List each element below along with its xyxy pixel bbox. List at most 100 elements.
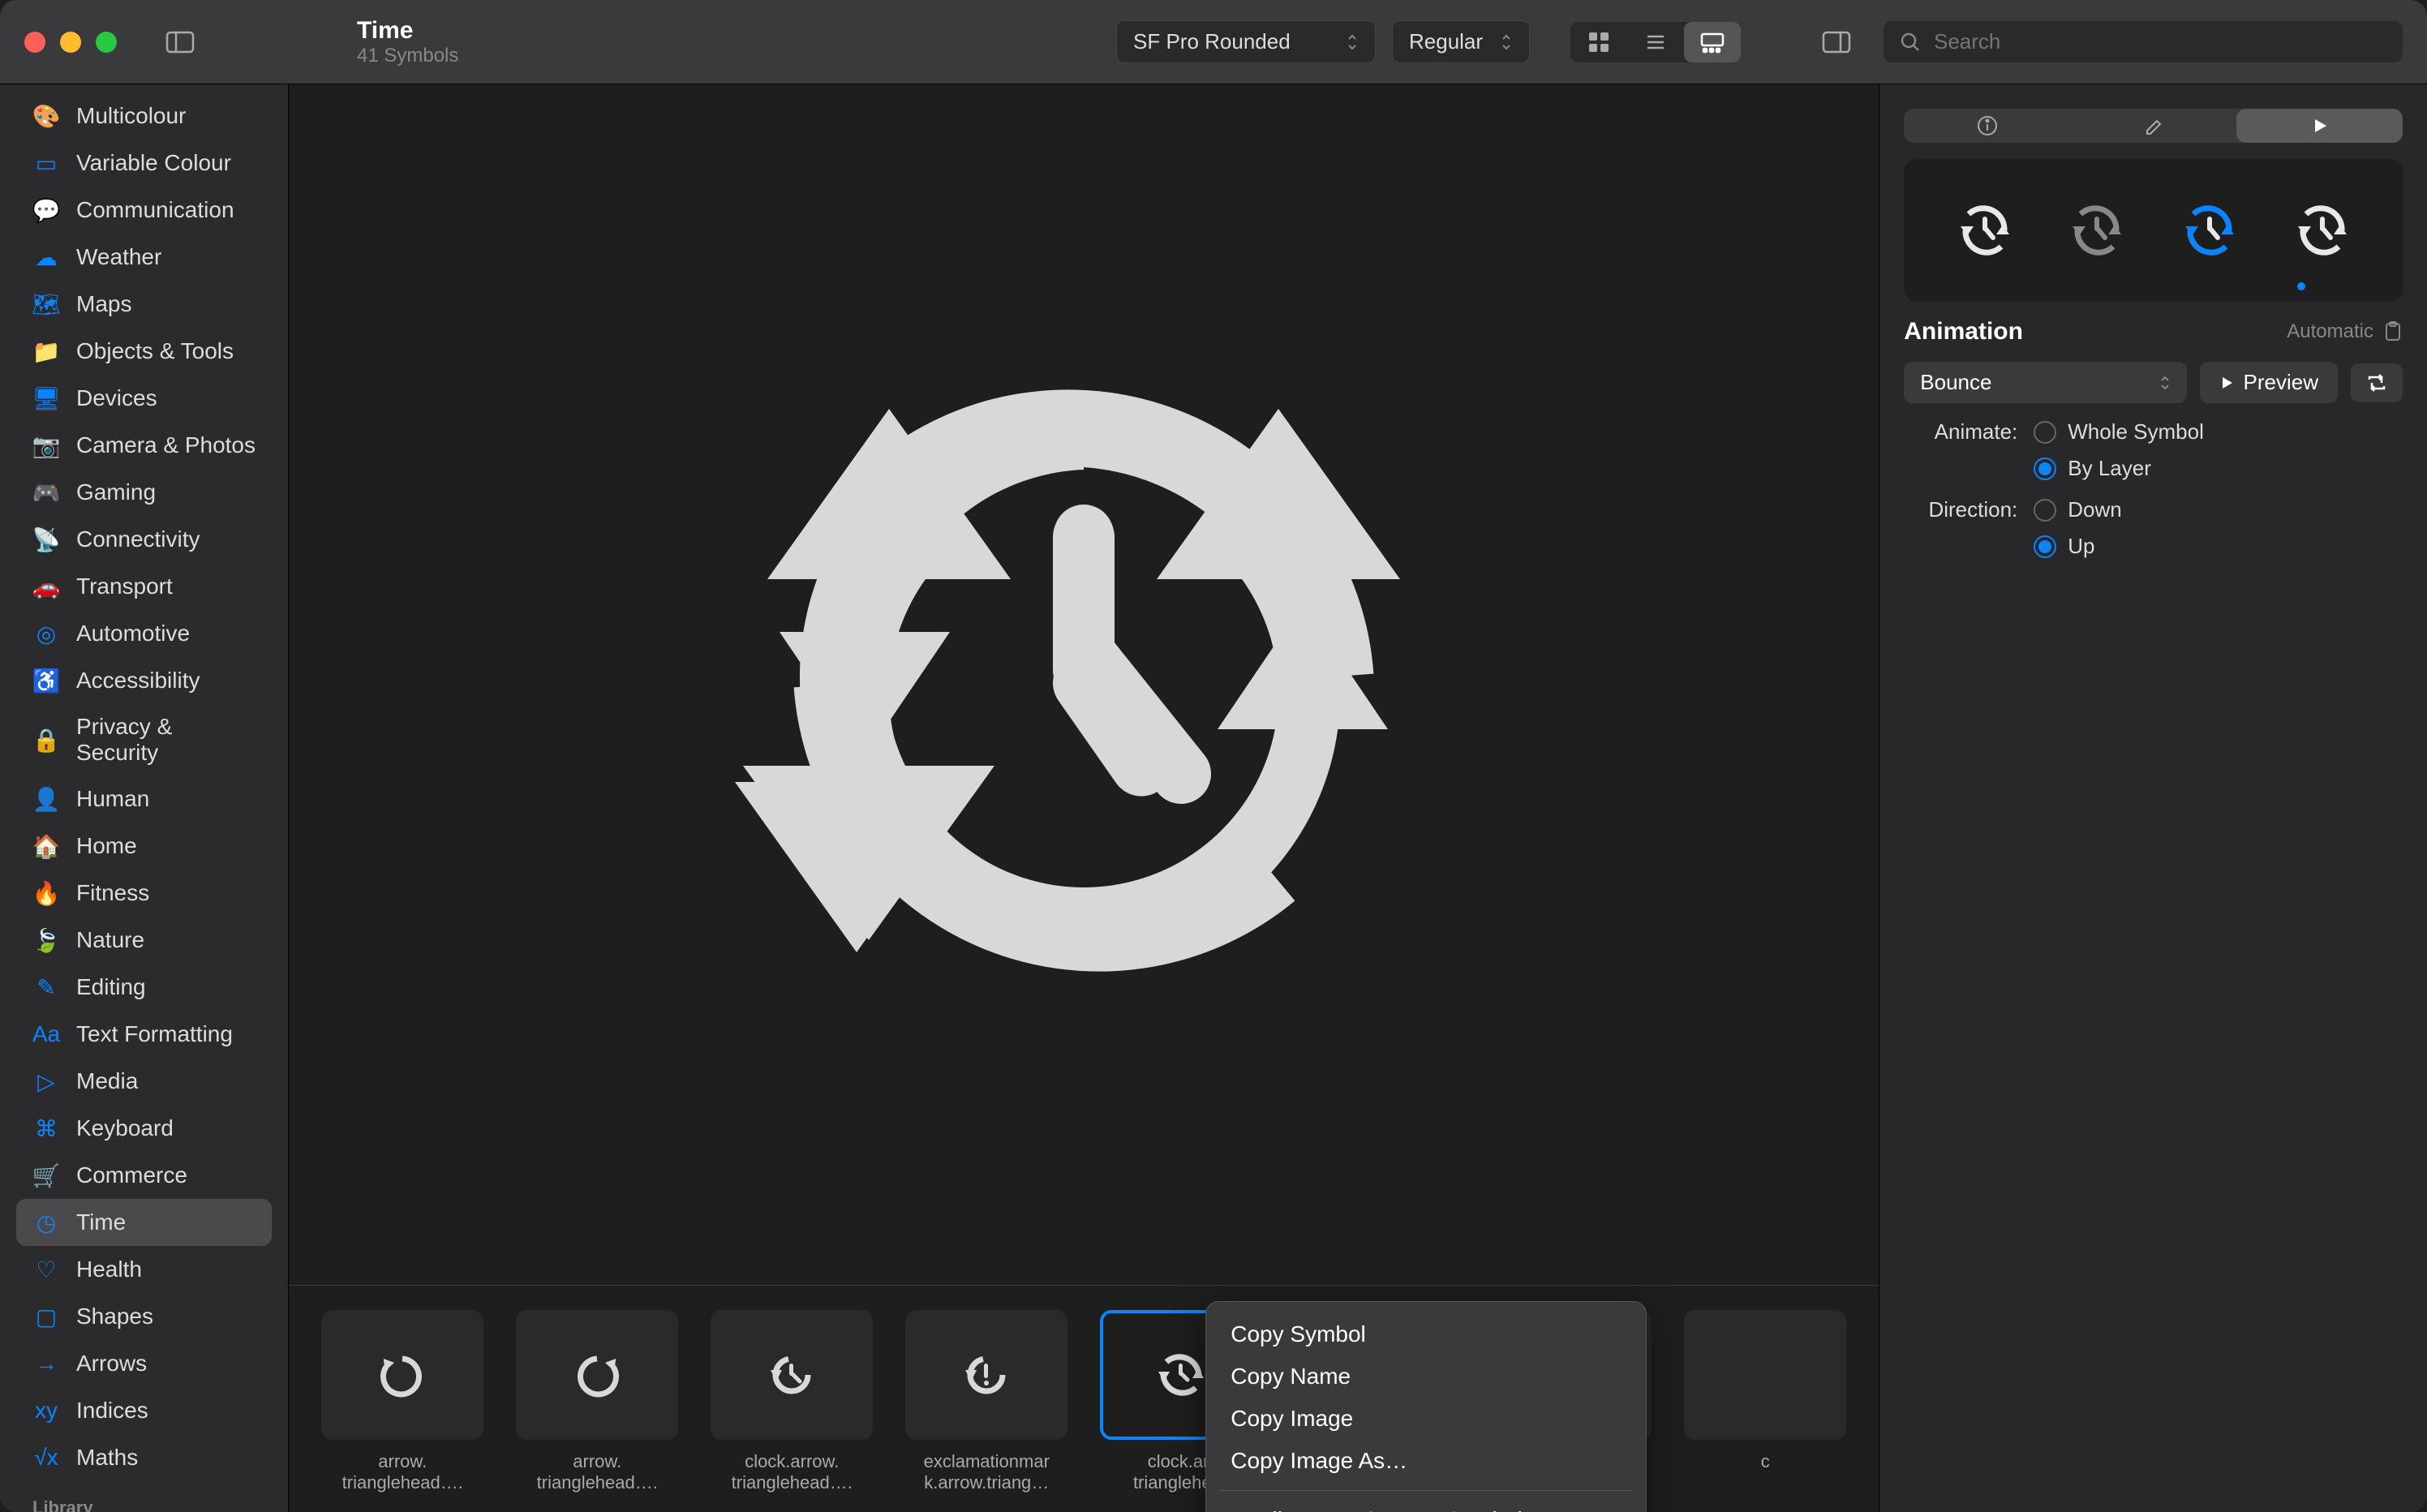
sidebar-item-camera-photos[interactable]: 📷 Camera & Photos <box>16 422 272 469</box>
sidebar-item-label: Human <box>76 786 149 812</box>
animation-type-select[interactable]: Bounce <box>1904 362 2186 403</box>
menu-item-copy-image[interactable]: Copy Image <box>1206 1398 1646 1440</box>
sqrt-icon: √x <box>32 1444 60 1471</box>
sidebar-item-weather[interactable]: ☁Weather <box>16 234 272 281</box>
search-input[interactable] <box>1934 29 2386 54</box>
variant-4 <box>2286 194 2359 267</box>
sidebar-item-multicolour[interactable]: 🎨Multicolour <box>16 92 272 140</box>
inspector-toggle-icon[interactable] <box>1822 31 1851 54</box>
sidebar-item-label: Variable Colour <box>76 150 231 176</box>
sidebar-item-maths[interactable]: √xMaths <box>16 1434 272 1481</box>
thumbnail-2[interactable]: clock.arrow.trianglehead…. <box>711 1310 873 1494</box>
sidebar-item-variable-colour[interactable]: ▭ Variable Colour <box>16 140 272 187</box>
context-menu: Copy Symbol Copy NameCopy ImageCopy Image… <box>1205 1301 1647 1512</box>
sidebar-item-media[interactable]: ▷Media <box>16 1058 272 1105</box>
flame-icon: 🔥 <box>32 879 60 907</box>
sidebar-item-automotive[interactable]: ◎Automotive <box>16 610 272 657</box>
sidebar-item-connectivity[interactable]: 📡Connectivity <box>16 516 272 563</box>
repeat-button[interactable] <box>2351 363 2403 402</box>
paste-icon[interactable] <box>2383 320 2403 343</box>
sidebar-item-devices[interactable]: 🖥 Devices <box>16 375 272 422</box>
sidebar-item-keyboard[interactable]: ⌘Keyboard <box>16 1105 272 1152</box>
lock-icon: 🔒 <box>32 726 60 754</box>
direction-option-row: Direction: Down Up <box>1904 497 2403 559</box>
animate-option-by-layer[interactable]: By Layer <box>2034 456 2204 481</box>
figure-icon: ♿ <box>32 667 60 694</box>
sidebar-item-label: Maps <box>76 291 131 317</box>
search-box[interactable] <box>1884 21 2403 62</box>
direction-label: Direction: <box>1904 497 2017 522</box>
sidebar-item-text-formatting[interactable]: AaText Formatting <box>16 1011 272 1058</box>
sidebar-item-maps[interactable]: 🗺Maps <box>16 281 272 328</box>
thumbnail-1[interactable]: arrow.trianglehead…. <box>516 1310 678 1494</box>
sidebar-item-accessibility[interactable]: ♿Accessibility <box>16 657 272 704</box>
sidebar-toggle-icon[interactable] <box>165 31 195 54</box>
sidebar-item-home[interactable]: 🏠 Home <box>16 823 272 870</box>
direction-option-down[interactable]: Down <box>2034 497 2121 522</box>
weight-select[interactable]: Regular <box>1392 20 1530 63</box>
menu-item-label: Copy Symbol <box>1231 1321 1366 1347</box>
sidebar-item-communication[interactable]: 💬Communication <box>16 187 272 234</box>
font-select[interactable]: SF Pro Rounded <box>1116 20 1376 63</box>
menu-item-copy-name[interactable]: Copy Name <box>1206 1355 1646 1398</box>
radio-label: By Layer <box>2068 456 2151 481</box>
thumbnail-box <box>1684 1310 1846 1440</box>
animate-option-whole-symbol[interactable]: Whole Symbol <box>2034 419 2204 445</box>
thumbnail-3[interactable]: exclamationmark.arrow.triang… <box>905 1310 1067 1494</box>
close-window[interactable] <box>24 32 45 53</box>
sidebar-item-label: Editing <box>76 974 146 1000</box>
cart-icon: 🛒 <box>32 1162 60 1189</box>
preview-button[interactable]: Preview <box>2200 362 2338 403</box>
sidebar-item-time[interactable]: ◷Time <box>16 1199 272 1246</box>
sidebar-item-editing[interactable]: ✎Editing <box>16 964 272 1011</box>
symbol-canvas <box>289 84 1879 1285</box>
sidebar-item-health[interactable]: ♡Health <box>16 1246 272 1293</box>
menu-item-duplicate-as-custom-symbol[interactable]: Duplicate as Custom Symbol <box>1206 1499 1646 1512</box>
house-icon: 🏠 <box>32 832 60 860</box>
sidebar-item-arrows[interactable]: →Arrows <box>16 1340 272 1387</box>
info-tab[interactable] <box>1904 109 2070 143</box>
thumbnail-label: exclamationmark.arrow.triang… <box>924 1451 1050 1494</box>
minimize-window[interactable] <box>60 32 81 53</box>
sidebar-item-fitness[interactable]: 🔥Fitness <box>16 870 272 917</box>
sidebar-item-nature[interactable]: 🍃Nature <box>16 917 272 964</box>
zoom-window[interactable] <box>96 32 117 53</box>
sidebar-item-gaming[interactable]: 🎮Gaming <box>16 469 272 516</box>
sidebar-item-label: Gaming <box>76 479 156 505</box>
sidebar-item-label: Devices <box>76 385 157 411</box>
sidebar-item-label: Home <box>76 833 137 859</box>
grid-view-toggle[interactable] <box>1570 22 1627 62</box>
sidebar-item-indices[interactable]: xyIndices <box>16 1387 272 1434</box>
thumbnail-0[interactable]: arrow.trianglehead…. <box>321 1310 483 1494</box>
animation-tab[interactable] <box>2236 109 2403 143</box>
list-view-toggle[interactable] <box>1627 22 1684 62</box>
sidebar-item-label: Text Formatting <box>76 1021 233 1047</box>
sidebar-item-human[interactable]: 👤 Human <box>16 775 272 823</box>
preview-button-label: Preview <box>2244 370 2318 395</box>
variant-indicator-dot <box>2297 282 2305 290</box>
animation-title: Animation <box>1904 318 2023 346</box>
slider-icon: ▭ <box>32 149 60 177</box>
sidebar-item-label: Nature <box>76 927 144 953</box>
radio-icon <box>2034 457 2056 480</box>
display-icon: 🖥 <box>32 384 60 412</box>
sidebar-item-objects-tools[interactable]: 📁Objects & Tools <box>16 328 272 375</box>
gallery-view-toggle[interactable] <box>1684 22 1741 62</box>
sidebar-item-shapes[interactable]: ▢Shapes <box>16 1293 272 1340</box>
chevron-updown-icon <box>1346 32 1359 52</box>
heart-icon: ♡ <box>32 1256 60 1283</box>
sidebar-item-label: Camera & Photos <box>76 432 256 458</box>
sidebar-item-privacy-security[interactable]: 🔒Privacy & Security <box>16 704 272 775</box>
menu-item-copy-symbol[interactable]: Copy Symbol <box>1206 1313 1646 1355</box>
direction-option-up[interactable]: Up <box>2034 534 2121 559</box>
menu-item-copy-image-as-[interactable]: Copy Image As… <box>1206 1440 1646 1482</box>
color-tab[interactable] <box>2070 109 2236 143</box>
weight-select-value: Regular <box>1409 29 1483 54</box>
radio-icon <box>2034 421 2056 444</box>
sidebar-item-transport[interactable]: 🚗Transport <box>16 563 272 610</box>
person-icon: 👤 <box>32 785 60 813</box>
thumbnail-7[interactable]: c <box>1684 1310 1846 1472</box>
sidebar-item-commerce[interactable]: 🛒Commerce <box>16 1152 272 1199</box>
automatic-link[interactable]: Automatic <box>2287 320 2373 343</box>
camera-icon: 📷 <box>32 432 60 459</box>
